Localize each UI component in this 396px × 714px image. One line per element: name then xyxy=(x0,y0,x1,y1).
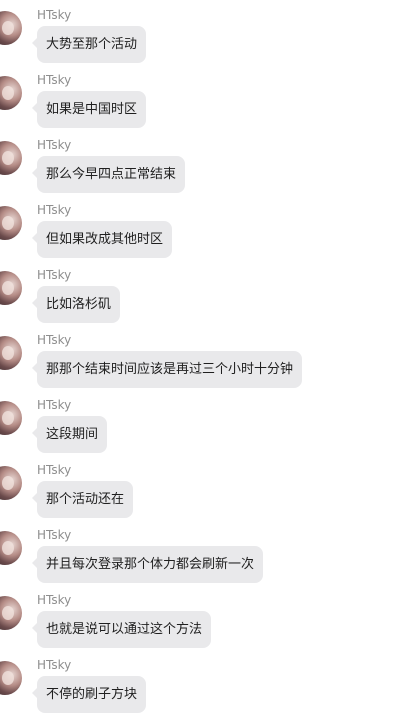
sender-name: HTsky xyxy=(37,333,72,347)
message-bubble[interactable]: 大势至那个活动 xyxy=(31,26,147,63)
avatar[interactable] xyxy=(0,596,22,630)
message-bubble[interactable]: 那个活动还在 xyxy=(31,481,134,518)
message-item: HTsky 如果是中国时区 xyxy=(0,72,396,137)
message-item: HTsky 那个活动还在 xyxy=(0,462,396,527)
message-bubble[interactable]: 那那个结束时间应该是再过三个小时十分钟 xyxy=(31,351,303,388)
sender-name: HTsky xyxy=(37,463,72,477)
sender-name: HTsky xyxy=(37,268,72,282)
message-item: HTsky 比如洛杉矶 xyxy=(0,267,396,332)
message-item: HTsky 那那个结束时间应该是再过三个小时十分钟 xyxy=(0,332,396,397)
message-bubble[interactable]: 这段期间 xyxy=(31,416,108,453)
message-item: HTsky 大势至那个活动 xyxy=(0,7,396,72)
avatar[interactable] xyxy=(0,141,22,175)
message-item: HTsky 但如果改成其他时区 xyxy=(0,202,396,267)
message-bubble[interactable]: 但如果改成其他时区 xyxy=(31,221,173,258)
avatar[interactable] xyxy=(0,661,22,695)
message-bubble[interactable]: 如果是中国时区 xyxy=(31,91,147,128)
chat-thread: HTsky 大势至那个活动 HTsky 如果是中国时区 HTsky 那么今早四点… xyxy=(0,0,396,714)
message-item: HTsky 也就是说可以通过这个方法 xyxy=(0,592,396,657)
avatar[interactable] xyxy=(0,76,22,110)
message-item: HTsky 那么今早四点正常结束 xyxy=(0,137,396,202)
avatar[interactable] xyxy=(0,271,22,305)
sender-name: HTsky xyxy=(37,593,72,607)
sender-name: HTsky xyxy=(37,528,72,542)
sender-name: HTsky xyxy=(37,73,72,87)
message-bubble[interactable]: 也就是说可以通过这个方法 xyxy=(31,611,212,648)
message-bubble[interactable]: 那么今早四点正常结束 xyxy=(31,156,186,193)
sender-name: HTsky xyxy=(37,8,72,22)
avatar[interactable] xyxy=(0,336,22,370)
message-item: HTsky 不停的刷子方块 xyxy=(0,657,396,714)
avatar[interactable] xyxy=(0,531,22,565)
message-bubble[interactable]: 不停的刷子方块 xyxy=(31,676,147,713)
sender-name: HTsky xyxy=(37,398,72,412)
message-item: HTsky 并且每次登录那个体力都会刷新一次 xyxy=(0,527,396,592)
avatar[interactable] xyxy=(0,206,22,240)
avatar[interactable] xyxy=(0,466,22,500)
message-item: HTsky 这段期间 xyxy=(0,397,396,462)
avatar[interactable] xyxy=(0,11,22,45)
message-bubble[interactable]: 比如洛杉矶 xyxy=(31,286,121,323)
message-bubble[interactable]: 并且每次登录那个体力都会刷新一次 xyxy=(31,546,264,583)
sender-name: HTsky xyxy=(37,658,72,672)
avatar[interactable] xyxy=(0,401,22,435)
sender-name: HTsky xyxy=(37,138,72,152)
sender-name: HTsky xyxy=(37,203,72,217)
